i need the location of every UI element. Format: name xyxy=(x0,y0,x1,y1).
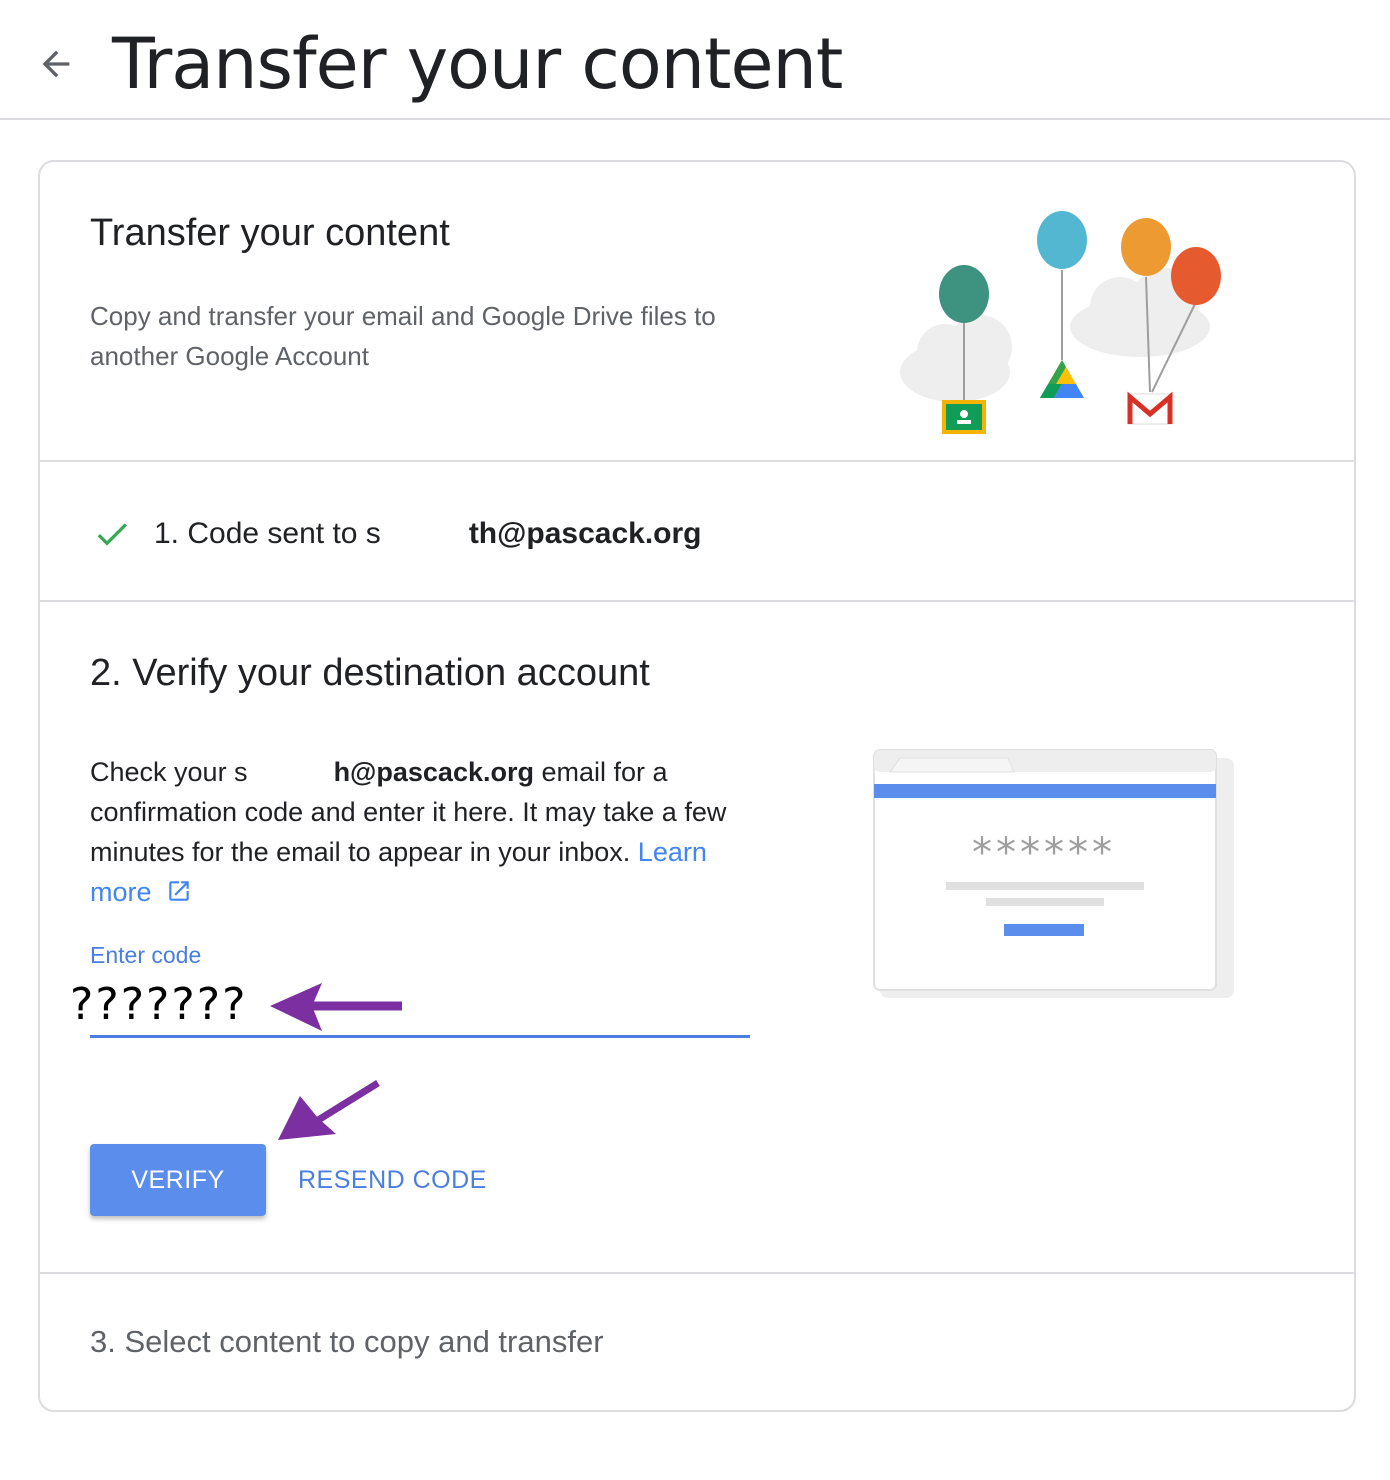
arrow-back-icon xyxy=(42,50,70,78)
check-icon xyxy=(97,523,127,546)
intro-description: Copy and transfer your email and Google … xyxy=(90,301,716,371)
step1-row: 1. Code sent to s th@pascack.org xyxy=(92,512,701,556)
transfer-card: Transfer your content Copy and transfer … xyxy=(38,160,1356,1412)
code-label: Enter code xyxy=(90,942,202,968)
top-bar: Transfer your content xyxy=(0,0,1390,120)
balloons-illustration xyxy=(900,211,1221,434)
code-input-underline xyxy=(90,1035,750,1038)
step1-email: th@pascack.org xyxy=(468,517,702,550)
browser-illustration: ****** xyxy=(873,749,1234,998)
page-title: Transfer your content xyxy=(112,23,843,105)
divider xyxy=(40,460,1354,462)
step2-title: 2. Verify your destination account xyxy=(90,652,650,694)
step2-description: Check your s h@pascack.org email for a co… xyxy=(90,752,770,912)
intro-title: Transfer your content xyxy=(90,212,450,254)
step3-title: 3. Select content to copy and transfer xyxy=(90,1324,604,1359)
divider xyxy=(40,1272,1354,1274)
step1-prefix: 1. Code sent to s xyxy=(154,517,381,550)
desc-prefix: Check your s xyxy=(90,757,248,787)
resend-code-button[interactable]: RESEND CODE xyxy=(286,1144,499,1216)
divider xyxy=(40,600,1354,602)
code-input[interactable]: ??????? xyxy=(70,974,750,1036)
open-in-new-icon xyxy=(168,881,189,901)
mask-text: ****** xyxy=(972,830,1116,876)
back-button[interactable] xyxy=(30,38,82,90)
redaction xyxy=(380,517,469,551)
step2-email: h@pascack.org xyxy=(333,757,534,787)
verify-button[interactable]: VERIFY xyxy=(90,1144,266,1216)
